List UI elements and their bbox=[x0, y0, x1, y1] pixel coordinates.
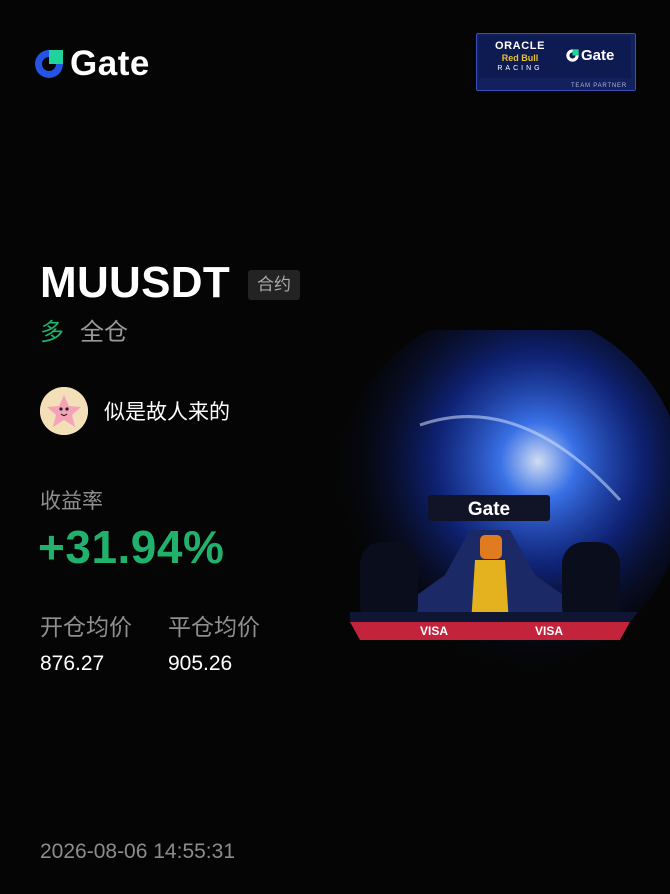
contract-type-badge: 合约 bbox=[248, 270, 301, 300]
partner-caption: TEAM PARTNER bbox=[570, 83, 627, 89]
race-car-illustration: Gate VISA VISA bbox=[335, 330, 670, 670]
entry-price-label: 开仓均价 bbox=[40, 614, 132, 640]
trading-pair: MUUSDT bbox=[40, 258, 231, 307]
brand-name: Gate bbox=[70, 44, 150, 83]
position-side: 多 bbox=[40, 319, 64, 346]
partner-gate-logo: Gate bbox=[565, 47, 614, 64]
partner-panel: ORACLE Red Bull RACING Gate bbox=[479, 36, 631, 78]
partner-line-2: Red Bull bbox=[501, 53, 539, 63]
gate-small-logo-icon bbox=[566, 49, 579, 62]
partner-team-logo: ORACLE Red Bull RACING bbox=[483, 40, 557, 73]
partner-badge: ORACLE Red Bull RACING Gate TEAM PARTNER bbox=[476, 33, 636, 91]
sidepod-text-left: VISA bbox=[420, 624, 448, 638]
sidepod-text-right: VISA bbox=[535, 624, 563, 638]
front-wing-endplate bbox=[350, 612, 638, 622]
margin-mode: 全仓 bbox=[80, 319, 128, 346]
symbol-row: MUUSDT 合约 bbox=[40, 258, 301, 308]
entry-price-block: 开仓均价 876.27 bbox=[40, 612, 132, 677]
exit-price-block: 平仓均价 905.26 bbox=[168, 612, 260, 677]
roi-label: 收益率 bbox=[40, 490, 103, 513]
share-card: Gate ORACLE Red Bull RACING Gate TEAM PA… bbox=[0, 0, 670, 894]
username: 似是故人来的 bbox=[104, 401, 230, 424]
starfish-avatar-icon bbox=[40, 387, 88, 435]
rear-wing-text: Gate bbox=[468, 499, 510, 520]
partner-line-3: RACING bbox=[497, 65, 543, 72]
user-row: 似是故人来的 bbox=[40, 387, 230, 435]
exit-price-value: 905.26 bbox=[168, 652, 233, 675]
gate-logo-icon bbox=[35, 50, 63, 78]
cockpit bbox=[480, 535, 502, 559]
position-side-row: 多 全仓 bbox=[40, 318, 128, 348]
front-wing bbox=[350, 622, 630, 640]
avatar bbox=[40, 387, 88, 435]
entry-price-value: 876.27 bbox=[40, 652, 105, 675]
brand-logo: Gate bbox=[32, 44, 150, 84]
exit-price-label: 平仓均价 bbox=[168, 614, 260, 640]
partner-line-1: ORACLE bbox=[494, 40, 546, 52]
partner-brand: Gate bbox=[581, 47, 615, 64]
roi-value: +31.94% bbox=[38, 521, 225, 573]
timestamp: 2026-08-06 14:55:31 bbox=[40, 840, 235, 863]
